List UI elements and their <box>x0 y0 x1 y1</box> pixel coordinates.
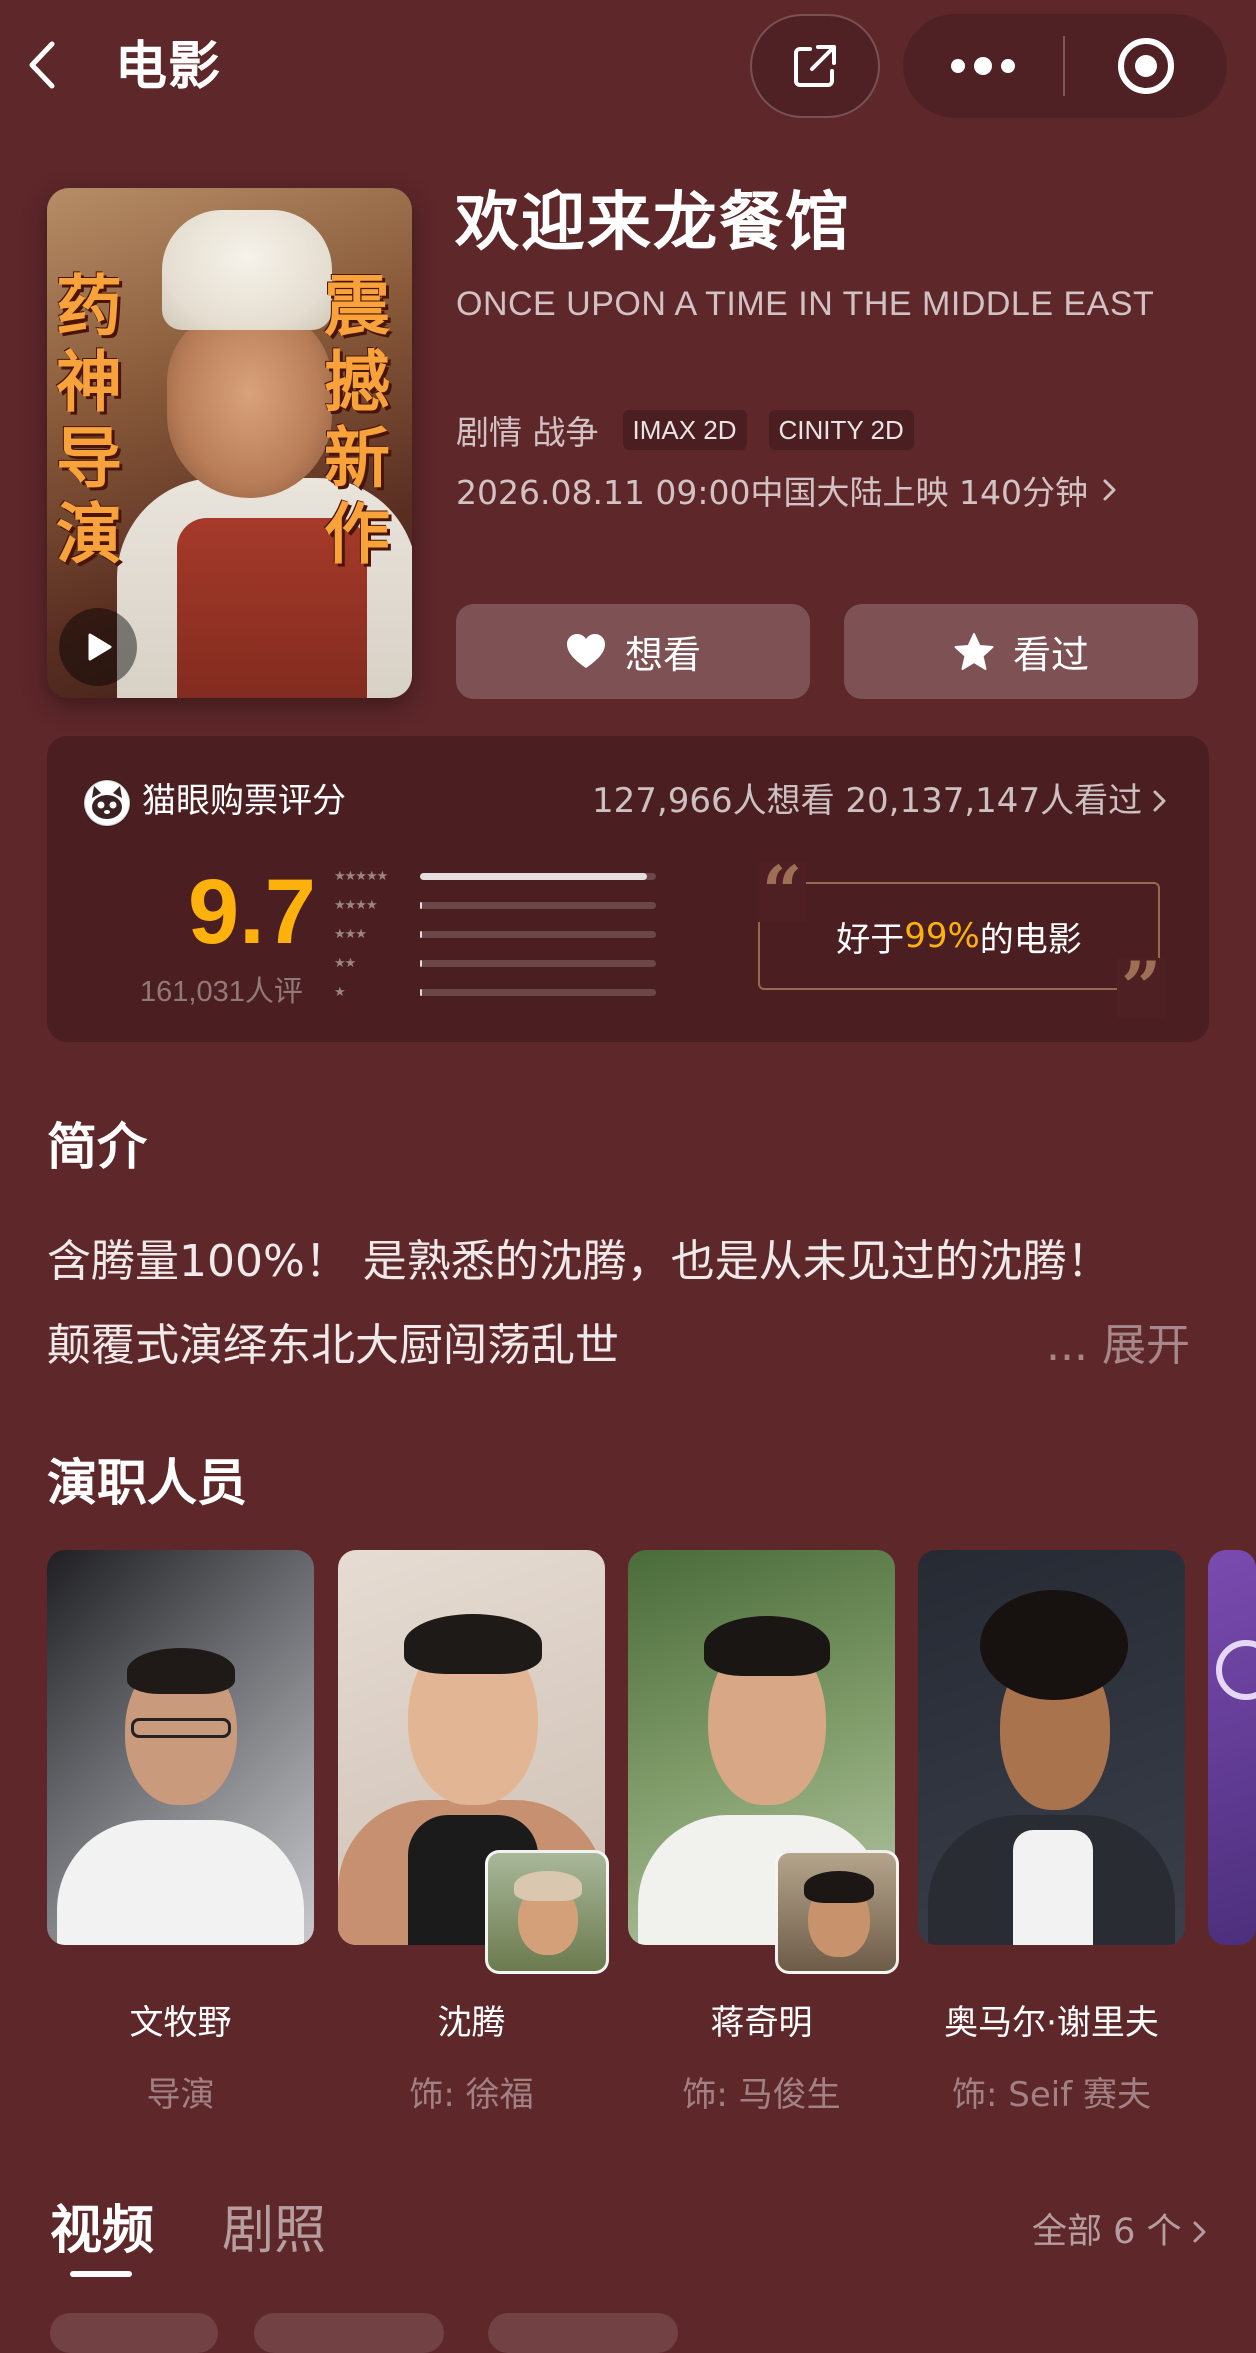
cast-photo-omar[interactable] <box>918 1550 1185 1945</box>
tab-photos[interactable]: 剧照 <box>222 2195 326 2267</box>
dist-stars: ★ <box>334 984 346 1000</box>
cast-role: 饰: Seif 赛夫 <box>952 2075 1151 2115</box>
rating-distribution-4: ★★★★ <box>334 897 656 913</box>
genre-text: 剧情 战争 <box>456 413 599 452</box>
intro-section-title: 简介 <box>47 1118 147 1176</box>
page-title: 电影 <box>115 37 222 97</box>
poster-text-right: 震撼新作 <box>324 267 390 573</box>
chevron-right-icon <box>1103 479 1116 501</box>
audience-counts-text: 127,966人想看 20,137,147人看过 <box>592 781 1143 821</box>
movie-poster[interactable]: 药神导演 震撼新作 <box>47 188 412 698</box>
target-icon <box>1118 38 1174 94</box>
ranking-prefix: 好于 <box>836 919 905 960</box>
genre-row: 剧情 战争 IMAX 2D CINITY 2D <box>456 408 936 452</box>
cast-name: 蒋奇明 <box>710 2003 813 2043</box>
role-thumbnail-xu-fu[interactable] <box>485 1850 609 1974</box>
star-icon <box>954 632 994 670</box>
dist-track <box>420 872 656 880</box>
dist-track <box>420 959 656 967</box>
cat-logo-icon <box>82 778 132 828</box>
movie-title: 欢迎来龙餐馆 <box>455 186 851 260</box>
intro-line-1: 含腾量100%！ 是熟悉的沈腾，也是从未见过的沈腾！ <box>47 1236 1111 1287</box>
ranking-quote-box: 好于 99% 的电影 <box>758 882 1160 990</box>
rating-distribution-2: ★★ <box>334 955 656 971</box>
format-tag-cinity: CINITY 2D <box>768 410 914 450</box>
role-thumbnail-ma-junsheng[interactable] <box>775 1850 899 1974</box>
close-quote-icon: ” <box>1117 953 1166 1023</box>
cast-name: 文牧野 <box>129 2003 232 2043</box>
rating-distribution-1: ★ <box>334 984 656 1000</box>
audience-counts[interactable]: 127,966人想看 20,137,147人看过 <box>592 776 1172 826</box>
back-button[interactable] <box>22 32 82 102</box>
view-all-button[interactable]: 全部 6 个 <box>1032 2208 1212 2256</box>
poster-text-left: 药神导演 <box>56 267 122 573</box>
rating-source-label: 猫眼购票评分 <box>142 781 346 821</box>
dist-track <box>420 930 656 938</box>
rating-score: 9.7 <box>188 861 316 963</box>
share-button[interactable] <box>750 14 880 118</box>
video-thumb-partial-3[interactable] <box>488 2313 678 2353</box>
ranking-suffix: 的电影 <box>979 919 1082 960</box>
ranking-percent: 99% <box>904 916 980 956</box>
dist-stars: ★★ <box>334 955 356 971</box>
more-icon <box>951 57 1015 75</box>
back-icon <box>29 41 55 89</box>
cast-name: 沈腾 <box>437 2003 506 2043</box>
open-quote-icon: “ <box>758 857 807 927</box>
chevron-right-icon <box>1153 790 1166 812</box>
dist-fill <box>420 930 423 938</box>
video-thumb-partial-2[interactable] <box>254 2313 444 2353</box>
cast-name: 奥马尔·谢里夫 <box>944 2003 1159 2043</box>
tab-videos[interactable]: 视频 <box>50 2195 154 2267</box>
cast-photo-partial[interactable] <box>1208 1550 1256 1945</box>
chevron-right-icon <box>1193 2221 1206 2243</box>
release-text: 2026.08.11 09:00中国大陆上映 140分钟 <box>456 473 1089 512</box>
dist-fill <box>420 988 423 996</box>
dist-track <box>420 988 656 996</box>
rating-distribution-3: ★★★ <box>334 926 656 942</box>
view-all-label: 全部 6 个 <box>1032 2212 1182 2252</box>
cast-role: 饰: 徐福 <box>409 2075 534 2115</box>
format-tag-imax: IMAX 2D <box>622 410 747 450</box>
active-tab-indicator <box>70 2271 132 2277</box>
share-icon <box>794 45 836 87</box>
intro-line-2: 颠覆式演绎东北大厨闯荡乱世 <box>47 1320 619 1371</box>
dist-fill <box>420 959 423 967</box>
play-trailer-button[interactable] <box>59 608 137 686</box>
cast-role: 导演 <box>146 2075 215 2115</box>
watched-button[interactable]: 看过 <box>844 604 1198 699</box>
more-button[interactable] <box>903 14 1063 118</box>
rating-count: 161,031人评 <box>140 976 303 1008</box>
dist-stars: ★★★★★ <box>334 868 388 884</box>
rating-distribution-5: ★★★★★ <box>334 868 656 884</box>
cast-role: 饰: 马俊生 <box>682 2075 841 2115</box>
watched-label: 看过 <box>1012 633 1089 677</box>
close-program-button[interactable] <box>1065 14 1227 118</box>
release-info[interactable]: 2026.08.11 09:00中国大陆上映 140分钟 <box>456 466 1122 514</box>
cast-section-title: 演职人员 <box>47 1454 247 1512</box>
dist-fill <box>420 901 423 909</box>
play-icon <box>88 633 112 661</box>
heart-icon <box>566 633 605 668</box>
movie-english-title: ONCE UPON A TIME IN THE MIDDLE EAST <box>456 285 1155 323</box>
mini-program-capsule <box>903 14 1227 118</box>
cast-photo-director[interactable] <box>47 1550 314 1945</box>
dist-fill <box>420 872 647 880</box>
expand-intro-button[interactable]: ... 展开 <box>1046 1316 1190 1376</box>
dist-stars: ★★★★ <box>334 897 378 913</box>
dist-track <box>420 901 656 909</box>
dist-stars: ★★★ <box>334 926 367 942</box>
video-thumb-partial-1[interactable] <box>50 2313 218 2353</box>
want-to-watch-button[interactable]: 想看 <box>456 604 810 699</box>
want-label: 想看 <box>624 633 701 677</box>
